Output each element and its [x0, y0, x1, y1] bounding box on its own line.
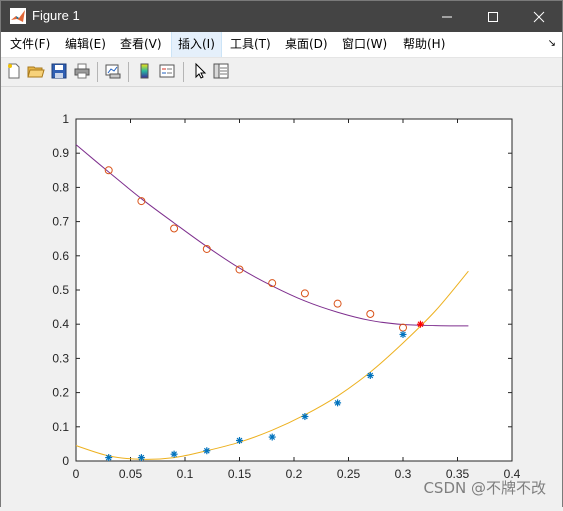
menu-desktop[interactable]: 桌面(D): [285, 32, 328, 57]
colorbar-icon[interactable]: [136, 62, 154, 80]
menu-file[interactable]: 文件(F): [10, 32, 50, 57]
x-tick-label: 0.05: [119, 467, 143, 481]
property-inspector-icon[interactable]: [212, 62, 230, 80]
x-tick-label: 0.25: [337, 467, 361, 481]
toolbar-separator: [128, 62, 129, 82]
maximize-button[interactable]: [470, 1, 516, 32]
menu-view[interactable]: 查看(V): [120, 32, 162, 57]
matlab-logo-icon: [10, 8, 26, 24]
figure-window: Figure 1 文件(F) 编辑(E) 查看(V) 插入(I) 工具(T) 桌…: [0, 0, 563, 507]
y-tick-label: 0.8: [52, 180, 69, 194]
minimize-button[interactable]: [424, 1, 470, 32]
menu-help[interactable]: 帮助(H): [403, 32, 445, 57]
x-tick-label: 0.2: [286, 467, 303, 481]
plot-axes[interactable]: 0 0.05 0.1 0.15 0.2 0.25 0.3 0.35 0.400.10.20.30…: [1, 87, 562, 507]
menu-window[interactable]: 窗口(W): [342, 32, 387, 57]
y-tick-label: 0.1: [52, 420, 69, 434]
y-tick-label: 0.6: [52, 249, 69, 263]
toolbar: [1, 58, 562, 87]
y-tick-label: 0: [62, 454, 69, 468]
toolbar-separator: [97, 62, 98, 82]
minimize-icon: [442, 16, 452, 17]
link-plot-icon[interactable]: [104, 62, 122, 80]
open-file-icon[interactable]: [27, 62, 45, 80]
title-bar[interactable]: Figure 1: [1, 1, 562, 32]
y-tick-label: 0.4: [52, 317, 69, 331]
y-tick-label: 1: [62, 112, 69, 126]
edit-plot-icon[interactable]: [191, 62, 209, 80]
print-icon[interactable]: [73, 62, 91, 80]
y-tick-label: 0.2: [52, 386, 69, 400]
y-tick-label: 0.7: [52, 215, 69, 229]
window-title: Figure 1: [32, 8, 80, 23]
figure-canvas[interactable]: 0 0.05 0.1 0.15 0.2 0.25 0.3 0.35 0.4 0 0.1 0.2 0.3 0…: [1, 87, 562, 507]
y-tick-label: 0.5: [52, 283, 69, 297]
new-figure-icon[interactable]: [5, 62, 23, 80]
menu-tools[interactable]: 工具(T): [230, 32, 271, 57]
close-icon: [533, 11, 545, 22]
axes-box: [75, 118, 513, 462]
menu-bar: 文件(F) 编辑(E) 查看(V) 插入(I) 工具(T) 桌面(D) 窗口(W…: [1, 32, 562, 58]
menu-edit[interactable]: 编辑(E): [65, 32, 106, 57]
watermark-text: CSDN @不牌不改: [423, 479, 546, 497]
x-tick-label: 0.15: [228, 467, 252, 481]
x-tick-label: 0.1: [177, 467, 194, 481]
save-icon[interactable]: [50, 62, 68, 80]
toolbar-separator: [183, 62, 184, 82]
dock-arrow-icon[interactable]: ↘: [548, 38, 556, 49]
close-button[interactable]: [516, 1, 562, 32]
menu-insert[interactable]: 插入(I): [171, 32, 222, 57]
y-tick-label: 0.9: [52, 146, 69, 160]
legend-icon[interactable]: [158, 62, 176, 80]
x-tick-label: 0: [73, 467, 80, 481]
maximize-icon: [488, 11, 498, 22]
x-tick-label: 0.3: [395, 467, 412, 481]
y-tick-label: 0.3: [52, 351, 69, 365]
